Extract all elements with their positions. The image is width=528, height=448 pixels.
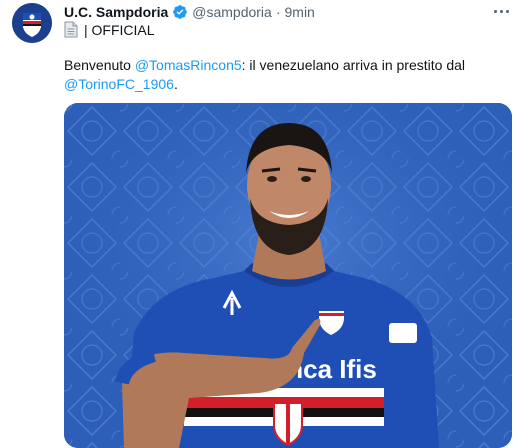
tweet-first-line: | OFFICIAL — [64, 21, 155, 38]
tweet-text: Benvenuto @TomasRincon5: il venezuelano … — [64, 56, 504, 94]
sampdoria-logo-icon — [12, 3, 52, 43]
official-label: | OFFICIAL — [84, 21, 155, 38]
text-part: Benvenuto — [64, 57, 135, 73]
author-handle[interactable]: @sampdoria — [192, 4, 272, 20]
more-options-icon[interactable] — [488, 2, 514, 20]
mention-link[interactable]: @TomasRincon5 — [135, 57, 242, 73]
more-dot — [499, 9, 503, 13]
verified-badge-icon — [173, 5, 188, 19]
text-part: . — [173, 76, 178, 92]
text-part: : il venezuelano arriva in prestito dal — [241, 57, 465, 73]
tweet-header: U.C. Sampdoria @sampdoria · 9min — [64, 3, 315, 21]
tweet-media-image[interactable]: Banca Ifis — [64, 103, 512, 448]
document-icon — [64, 21, 78, 38]
separator-dot: · — [275, 4, 281, 20]
mention-link[interactable]: @TorinoFC_1906 — [64, 76, 174, 92]
avatar[interactable] — [12, 3, 52, 43]
tweet-timestamp[interactable]: 9min — [285, 4, 315, 20]
player-photo: Banca Ifis — [64, 103, 512, 448]
more-dot — [505, 9, 509, 13]
more-dot — [493, 9, 497, 13]
author-name[interactable]: U.C. Sampdoria — [64, 4, 168, 20]
